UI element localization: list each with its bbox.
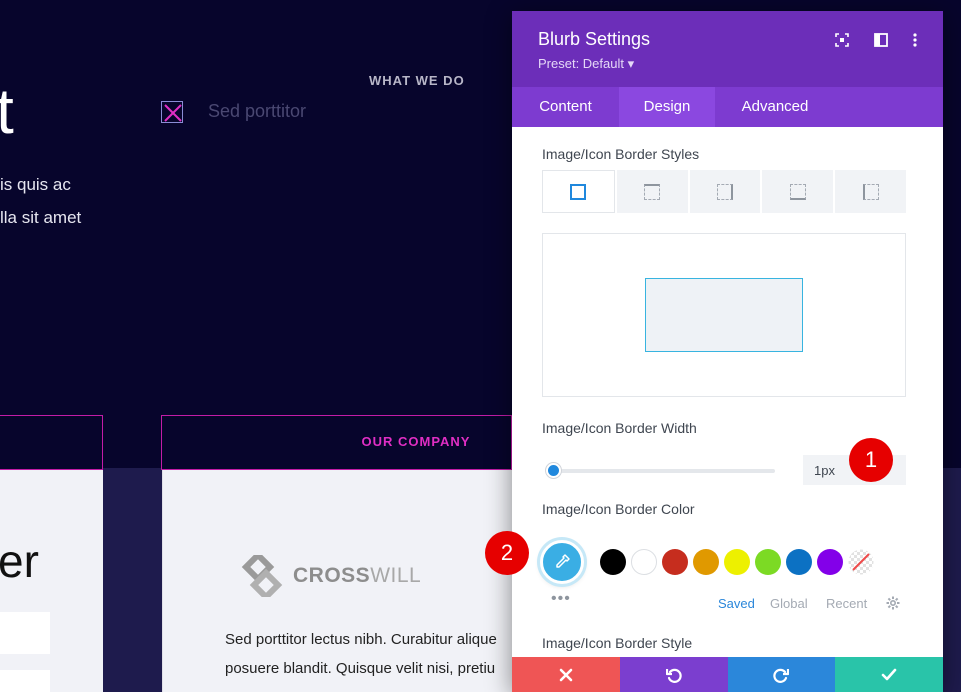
expand-icon[interactable] — [833, 31, 851, 49]
border-all-icon — [570, 183, 587, 200]
preset-dropdown[interactable]: Preset: Default ▾ — [538, 56, 634, 72]
more-colors-button[interactable]: ••• — [551, 590, 571, 608]
save-button[interactable] — [835, 657, 943, 692]
card-left-input — [0, 612, 50, 654]
blurb-title: Sed porttitor — [208, 101, 307, 121]
card-left-header — [0, 415, 103, 470]
border-preview — [542, 233, 906, 397]
border-styles-label: Image/Icon Border Styles — [542, 146, 700, 162]
slider-handle[interactable] — [545, 463, 561, 478]
panel-body: Image/Icon Border Styles Image/Icon Bord… — [512, 127, 943, 690]
hero-text-line: lla sit amet — [0, 208, 82, 227]
card-mid-text-line: Sed porttitor lectus nibh. Curabitur ali… — [225, 631, 497, 648]
color-swatch[interactable] — [724, 549, 750, 575]
broken-image-icon — [161, 101, 183, 123]
border-left-icon — [862, 183, 879, 200]
border-bottom-icon — [789, 183, 806, 200]
color-swatch[interactable] — [755, 549, 781, 575]
border-all-button[interactable] — [542, 170, 615, 213]
palette-tab-global[interactable]: Global — [770, 596, 808, 611]
hero-heading-fragment: t — [0, 75, 14, 147]
panel-header: Blurb Settings Preset: Default ▾ — [512, 11, 943, 87]
columns-icon[interactable] — [872, 31, 890, 49]
settings-tabs: Content Design Advanced — [512, 87, 943, 127]
blurb-settings-panel: Blurb Settings Preset: Default ▾ Content… — [512, 11, 943, 692]
border-width-slider[interactable] — [545, 463, 775, 478]
redo-button[interactable] — [727, 657, 836, 692]
border-right-button[interactable] — [689, 170, 761, 213]
card-left-input — [0, 670, 50, 692]
tab-content[interactable]: Content — [512, 87, 619, 127]
tab-advanced[interactable]: Advanced — [715, 87, 835, 127]
color-swatch[interactable] — [786, 549, 812, 575]
color-swatch[interactable] — [693, 549, 719, 575]
palette-tab-saved[interactable]: Saved — [718, 596, 755, 611]
eyedropper-icon — [556, 554, 570, 568]
border-color-label: Image/Icon Border Color — [542, 501, 695, 517]
panel-footer — [512, 657, 943, 692]
color-swatch[interactable] — [662, 549, 688, 575]
redo-icon — [773, 668, 790, 683]
border-top-icon — [644, 183, 661, 200]
annotation-badge-2: 2 — [485, 531, 529, 575]
close-icon — [559, 668, 573, 681]
crosswill-logo-icon — [241, 555, 283, 597]
no-color-swatch[interactable] — [848, 549, 874, 575]
gear-icon[interactable] — [886, 596, 900, 610]
color-swatch[interactable] — [817, 549, 843, 575]
border-right-icon — [716, 183, 733, 200]
tab-design[interactable]: Design — [619, 87, 715, 127]
color-swatch[interactable] — [631, 549, 657, 575]
border-top-button[interactable] — [616, 170, 688, 213]
color-swatch[interactable] — [600, 549, 626, 575]
border-style-label: Image/Icon Border Style — [542, 635, 693, 651]
annotation-badge-1: 1 — [849, 438, 893, 482]
border-width-label: Image/Icon Border Width — [542, 420, 697, 436]
color-picker-button[interactable] — [540, 540, 584, 584]
more-vertical-icon[interactable] — [906, 31, 924, 49]
logo-text: CROSSWILL — [293, 564, 422, 587]
border-bottom-button[interactable] — [762, 170, 834, 213]
undo-button[interactable] — [619, 657, 728, 692]
discard-button[interactable] — [512, 657, 620, 692]
border-preview-sample — [645, 278, 803, 352]
border-left-button[interactable] — [835, 170, 906, 213]
palette-tab-recent[interactable]: Recent — [826, 596, 867, 611]
panel-title: Blurb Settings — [538, 29, 651, 49]
section-label: WHAT WE DO — [369, 73, 465, 88]
hero-text-line: is quis ac — [0, 175, 71, 194]
border-side-selector — [542, 170, 906, 213]
undo-icon — [665, 668, 682, 683]
card-left-heading: er — [0, 535, 39, 587]
card-mid-text-line: posuere blandit. Quisque velit nisi, pre… — [225, 660, 496, 677]
check-icon — [881, 668, 897, 680]
